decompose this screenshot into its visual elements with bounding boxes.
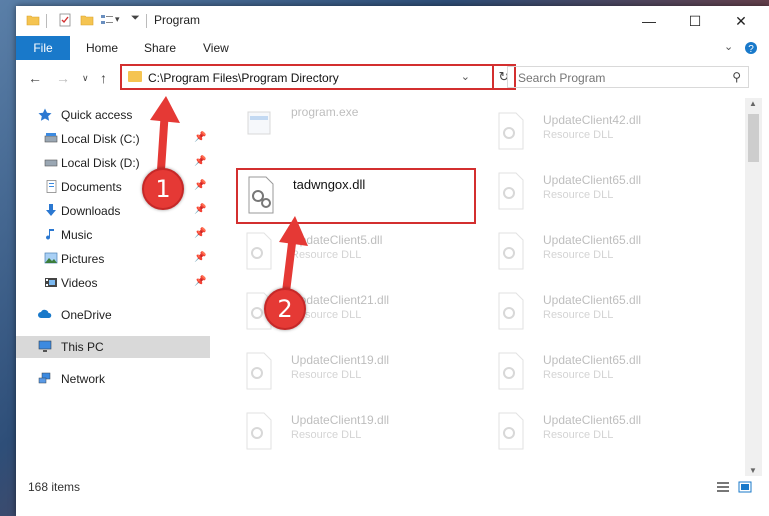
step-1-badge: 1 [142, 168, 184, 210]
annotation-arrows [150, 96, 308, 304]
step-2-badge: 2 [264, 288, 306, 330]
